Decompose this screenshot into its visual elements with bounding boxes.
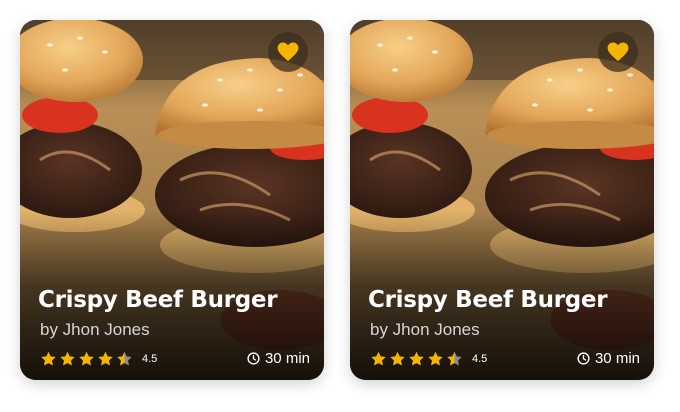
star-icon xyxy=(447,351,462,366)
star-row xyxy=(40,350,135,367)
recipe-title[interactable]: Crispy Beef Burger xyxy=(38,287,278,313)
heart-icon xyxy=(607,42,629,62)
cook-time: 30 min xyxy=(577,350,640,367)
favorite-button[interactable] xyxy=(268,32,308,72)
star-icon xyxy=(98,351,113,366)
star-icon xyxy=(409,351,424,366)
cook-time: 30 min xyxy=(247,350,310,367)
star-icon xyxy=(371,351,386,366)
recipe-card[interactable]: Crispy Beef Burger by Jhon Jones 4.5 30 … xyxy=(20,20,324,380)
rating-value: 4.5 xyxy=(472,352,488,365)
recipe-card[interactable]: Crispy Beef Burger by Jhon Jones 4.5 30 … xyxy=(350,20,654,380)
favorite-button[interactable] xyxy=(598,32,638,72)
clock-icon xyxy=(247,352,260,365)
star-icon xyxy=(60,351,75,366)
recipe-title[interactable]: Crispy Beef Burger xyxy=(368,287,608,313)
rating: 4.5 xyxy=(370,350,487,367)
cook-time-label: 30 min xyxy=(594,350,640,367)
clock-icon xyxy=(577,352,590,365)
star-icon xyxy=(390,351,405,366)
rating-value: 4.5 xyxy=(142,352,158,365)
recipe-author: by Jhon Jones xyxy=(370,320,480,339)
star-icon xyxy=(41,351,56,366)
star-icon xyxy=(117,351,132,366)
star-icon xyxy=(428,351,443,366)
recipe-author: by Jhon Jones xyxy=(40,320,150,339)
recipe-card-list: Crispy Beef Burger by Jhon Jones 4.5 30 … xyxy=(0,0,680,412)
rating: 4.5 xyxy=(40,350,157,367)
star-icon xyxy=(79,351,94,366)
heart-icon xyxy=(277,42,299,62)
cook-time-label: 30 min xyxy=(264,350,310,367)
star-row xyxy=(370,350,465,367)
